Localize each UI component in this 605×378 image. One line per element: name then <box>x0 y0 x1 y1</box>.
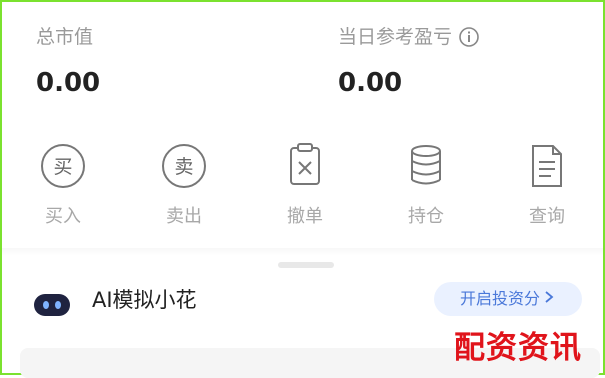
start-investment-score-label: 开启投资分 <box>459 289 540 308</box>
total-market-value-amount: 0.00 <box>36 68 101 98</box>
buy-circle-icon: 买 <box>18 142 108 190</box>
start-investment-score-button[interactable]: 开启投资分 <box>434 282 582 316</box>
cancel-order-action[interactable]: 撤单 <box>260 142 350 228</box>
daily-pnl-label-row: 当日参考盈亏 <box>338 24 480 50</box>
daily-pnl: 当日参考盈亏 0.00 <box>338 24 480 100</box>
sell-action[interactable]: 卖 卖出 <box>139 142 229 228</box>
buy-label: 买入 <box>45 206 81 227</box>
query-action[interactable]: 查询 <box>502 142 592 228</box>
ai-assistant-title: AI模拟小花 <box>92 288 197 312</box>
chevron-right-icon <box>542 282 556 316</box>
cancel-order-icon <box>260 142 350 190</box>
section-divider <box>2 248 603 256</box>
info-icon[interactable] <box>458 26 480 48</box>
total-market-value-label: 总市值 <box>36 26 94 48</box>
buy-action[interactable]: 买 买入 <box>18 142 108 228</box>
sell-icon-glyph: 卖 <box>174 156 193 178</box>
drag-handle[interactable] <box>278 262 334 268</box>
query-label: 查询 <box>529 206 565 227</box>
watermark-text: 配资资讯 <box>454 330 582 366</box>
holdings-label: 持仓 <box>408 206 444 227</box>
query-document-icon <box>502 142 592 190</box>
holdings-action[interactable]: 持仓 <box>381 142 471 228</box>
sell-label: 卖出 <box>166 206 202 227</box>
daily-pnl-label: 当日参考盈亏 <box>338 26 453 48</box>
holdings-stack-icon <box>381 142 471 190</box>
buy-icon-glyph: 买 <box>53 156 72 178</box>
app-frame: 总市值 0.00 当日参考盈亏 0.00 买 买入 卖 卖出 撤单 持仓 查询 … <box>0 0 605 378</box>
total-market-value: 总市值 0.00 <box>36 24 100 100</box>
sell-circle-icon: 卖 <box>139 142 229 190</box>
ai-assistant-row[interactable]: AI模拟小花 开启投资分 <box>2 280 603 320</box>
cancel-order-label: 撤单 <box>287 206 323 227</box>
account-summary: 总市值 0.00 当日参考盈亏 0.00 <box>2 2 603 112</box>
daily-pnl-amount: 0.00 <box>338 68 403 98</box>
robot-avatar-icon <box>32 292 72 322</box>
trade-actions: 买 买入 卖 卖出 撤单 持仓 查询 <box>2 142 603 242</box>
